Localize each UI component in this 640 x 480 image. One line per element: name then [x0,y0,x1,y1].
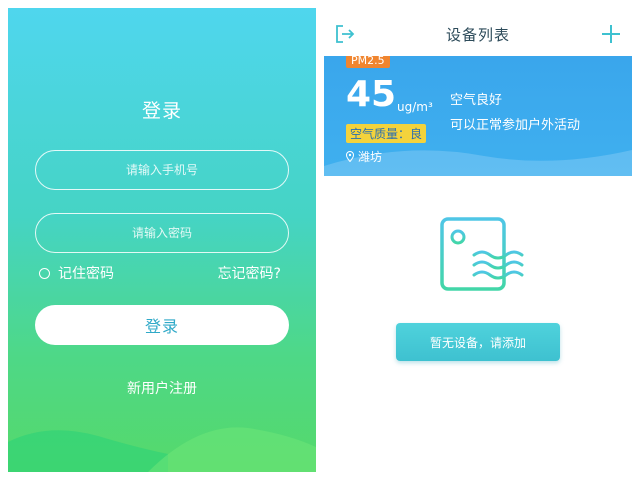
login-screen: 登录 记住密码 忘记密码? 登录 新用户注册 [8,8,316,472]
add-device-button[interactable]: 暂无设备，请添加 [396,323,560,361]
login-button[interactable]: 登录 [35,305,289,345]
remember-password-toggle[interactable]: 记住密码 [39,263,114,283]
pm25-badge: PM2.5 [346,56,390,68]
phone-input[interactable] [35,150,289,190]
page-title: 设备列表 [445,26,510,44]
device-list-screen: 设备列表 PM2.5 45 ug/m³ 空气质量：良 潍坊 空气良好 可以正常参… [324,8,632,472]
plus-icon[interactable] [600,23,622,45]
location-label: 潍坊 [358,150,383,164]
pm25-unit: ug/m³ [397,100,433,114]
air-quality-tag: 空气质量：良 [346,124,427,143]
location-pin-icon [346,151,354,162]
register-link[interactable]: 新用户注册 [8,378,316,398]
location: 潍坊 [346,148,382,165]
radio-icon[interactable] [39,267,50,279]
remember-password-label: 记住密码 [58,266,114,282]
pm25-value: 45 [346,74,397,115]
air-quality-card: PM2.5 45 ug/m³ 空气质量：良 潍坊 空气良好 可以正常参加户外活动 [324,56,632,176]
air-status: 空气良好 [450,93,503,108]
air-purifier-icon [440,217,524,301]
password-input[interactable] [35,213,289,253]
login-title: 登录 [141,100,182,122]
top-bar: 设备列表 [324,8,632,56]
forgot-password-link[interactable]: 忘记密码? [218,263,281,283]
bottom-wave-decoration [8,427,316,472]
air-advice: 可以正常参加户外活动 [450,118,581,133]
